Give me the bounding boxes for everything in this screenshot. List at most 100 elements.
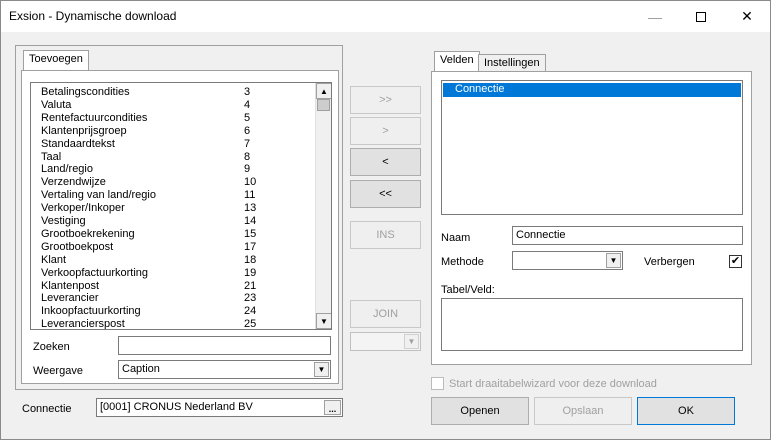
list-item-number: 5 bbox=[244, 111, 251, 124]
minimize-button[interactable]: — bbox=[632, 1, 678, 32]
scroll-up-button[interactable]: ▲ bbox=[316, 83, 331, 99]
connection-label: Connectie bbox=[22, 403, 72, 415]
list-item[interactable]: Taal 8 bbox=[41, 151, 281, 164]
list-item[interactable]: Klant 18 bbox=[41, 254, 281, 267]
join-button[interactable]: JOIN bbox=[350, 300, 421, 328]
open-label: Openen bbox=[460, 405, 500, 417]
list-item[interactable]: Rentefactuurcondities 5 bbox=[41, 112, 281, 125]
add-label: > bbox=[382, 125, 389, 137]
chevron-down-icon: ▼ bbox=[317, 365, 326, 374]
list-item-number: 18 bbox=[244, 253, 257, 266]
remove-button[interactable]: < bbox=[350, 148, 421, 176]
join-select-arrow[interactable]: ▼ bbox=[404, 334, 419, 349]
table-field-label: Tabel/Veld: bbox=[441, 284, 495, 296]
list-item[interactable]: Inkoopfactuurkorting 24 bbox=[41, 305, 281, 318]
connection-browse-button[interactable]: ... bbox=[324, 400, 341, 415]
join-select[interactable]: ▼ bbox=[350, 332, 421, 351]
list-item-name: Vestiging bbox=[41, 215, 86, 227]
ins-label: INS bbox=[376, 229, 395, 241]
list-item-number: 6 bbox=[244, 124, 251, 137]
maximize-button[interactable] bbox=[678, 1, 724, 32]
list-item-number: 21 bbox=[244, 279, 257, 292]
list-item[interactable]: Verkoper/Inkoper 13 bbox=[41, 202, 281, 215]
add-button[interactable]: > bbox=[350, 117, 421, 145]
list-item[interactable]: Standaardtekst 7 bbox=[41, 138, 281, 151]
list-item-name: Leverancier bbox=[41, 292, 99, 305]
list-item-name: Betalingscondities bbox=[41, 86, 130, 98]
list-item-number: 24 bbox=[244, 305, 257, 318]
list-item-name: Inkoopfactuurkorting bbox=[41, 305, 141, 318]
list-item[interactable]: Land/regio 9 bbox=[41, 163, 281, 176]
tab-velden-label: Velden bbox=[440, 54, 474, 66]
method-select[interactable]: ▼ bbox=[512, 251, 623, 270]
title-bar: Exsion - Dynamische download — ✕ bbox=[1, 1, 770, 32]
remove-all-button[interactable]: << bbox=[350, 180, 421, 208]
fields-list-item[interactable]: Connectie bbox=[443, 83, 741, 97]
tab-instellingen[interactable]: Instellingen bbox=[478, 54, 546, 72]
list-item-number: 15 bbox=[244, 227, 257, 240]
table-list-scrollbar[interactable]: ▲ ▼ bbox=[315, 83, 331, 329]
pivot-wizard-label: Start draaitabelwizard voor deze downloa… bbox=[449, 378, 657, 390]
display-select-arrow[interactable]: ▼ bbox=[314, 362, 329, 377]
chevron-down-icon: ▼ bbox=[407, 337, 416, 346]
list-item-name: Standaardtekst bbox=[41, 137, 115, 150]
list-item-number: 10 bbox=[244, 176, 257, 189]
check-icon: ✔ bbox=[730, 255, 741, 267]
search-input[interactable] bbox=[118, 336, 331, 355]
list-item[interactable]: Klantenprijsgroep 6 bbox=[41, 125, 281, 138]
list-item-name: Taal bbox=[41, 150, 62, 163]
display-select[interactable]: Caption ▼ bbox=[118, 360, 331, 379]
tab-velden[interactable]: Velden bbox=[434, 51, 480, 71]
list-item[interactable]: Betalingscondities 3 bbox=[41, 86, 281, 99]
dialog-window: Exsion - Dynamische download — ✕ Toevoeg… bbox=[0, 0, 771, 440]
minimize-icon: — bbox=[648, 8, 662, 25]
list-item[interactable]: Vertaling van land/regio 11 bbox=[41, 189, 281, 202]
list-item[interactable]: Verkoopfactuurkorting 19 bbox=[41, 267, 281, 280]
name-input[interactable]: Connectie bbox=[512, 226, 743, 245]
list-item[interactable]: Vestiging 14 bbox=[41, 215, 281, 228]
ins-button[interactable]: INS bbox=[350, 221, 421, 249]
open-button[interactable]: Openen bbox=[431, 397, 529, 425]
list-item-number: 13 bbox=[244, 202, 257, 215]
search-label: Zoeken bbox=[33, 341, 70, 353]
tab-toevoegen[interactable]: Toevoegen bbox=[23, 50, 89, 70]
list-item[interactable]: Verzendwijze 10 bbox=[41, 176, 281, 189]
save-button[interactable]: Opslaan bbox=[534, 397, 632, 425]
list-item-number: 23 bbox=[244, 292, 257, 305]
window-title: Exsion - Dynamische download bbox=[9, 9, 177, 23]
list-item-number: 17 bbox=[244, 240, 257, 253]
list-item-number: 19 bbox=[244, 266, 257, 279]
list-item[interactable]: Grootboekrekening 15 bbox=[41, 228, 281, 241]
list-item-number: 8 bbox=[244, 150, 251, 163]
table-list[interactable]: Betalingscondities 3 Valuta 4 Rentefactuurco… bbox=[30, 82, 332, 330]
method-select-arrow[interactable]: ▼ bbox=[606, 253, 621, 268]
list-item[interactable]: Leverancier 23 bbox=[41, 292, 281, 305]
list-item-number: 11 bbox=[244, 189, 256, 202]
scroll-down-button[interactable]: ▼ bbox=[316, 313, 331, 329]
hide-checkbox[interactable]: ✔ bbox=[729, 255, 742, 268]
fields-list[interactable]: Connectie bbox=[441, 80, 743, 215]
ok-button[interactable]: OK bbox=[637, 397, 735, 425]
tab-toevoegen-label: Toevoegen bbox=[29, 53, 83, 65]
list-item-name: Valuta bbox=[41, 98, 72, 111]
list-item[interactable]: Grootboekpost 17 bbox=[41, 241, 281, 254]
list-item-name: Klantenprijsgroep bbox=[41, 124, 127, 137]
list-item-name: Grootboekrekening bbox=[41, 227, 135, 240]
table-field-box[interactable] bbox=[441, 298, 743, 351]
method-label: Methode bbox=[441, 256, 484, 268]
list-item[interactable]: Klantenpost 21 bbox=[41, 280, 281, 293]
list-item-number: 4 bbox=[244, 98, 251, 111]
close-button[interactable]: ✕ bbox=[724, 1, 770, 32]
connection-input[interactable]: [0001] CRONUS Nederland BV ... bbox=[96, 398, 343, 417]
list-item[interactable]: Valuta 4 bbox=[41, 99, 281, 112]
list-item-name: Land/regio bbox=[41, 163, 93, 176]
ellipsis-icon: ... bbox=[328, 404, 337, 414]
add-all-button[interactable]: >> bbox=[350, 86, 421, 114]
join-label: JOIN bbox=[372, 308, 399, 320]
list-item-number: 9 bbox=[244, 163, 251, 176]
list-item-name: Rentefactuurcondities bbox=[41, 111, 148, 124]
list-item[interactable]: Leverancierspost 25 bbox=[41, 318, 281, 329]
scroll-thumb[interactable] bbox=[317, 99, 330, 111]
tab-instellingen-label: Instellingen bbox=[484, 57, 540, 69]
pivot-wizard-checkbox[interactable] bbox=[431, 377, 444, 390]
